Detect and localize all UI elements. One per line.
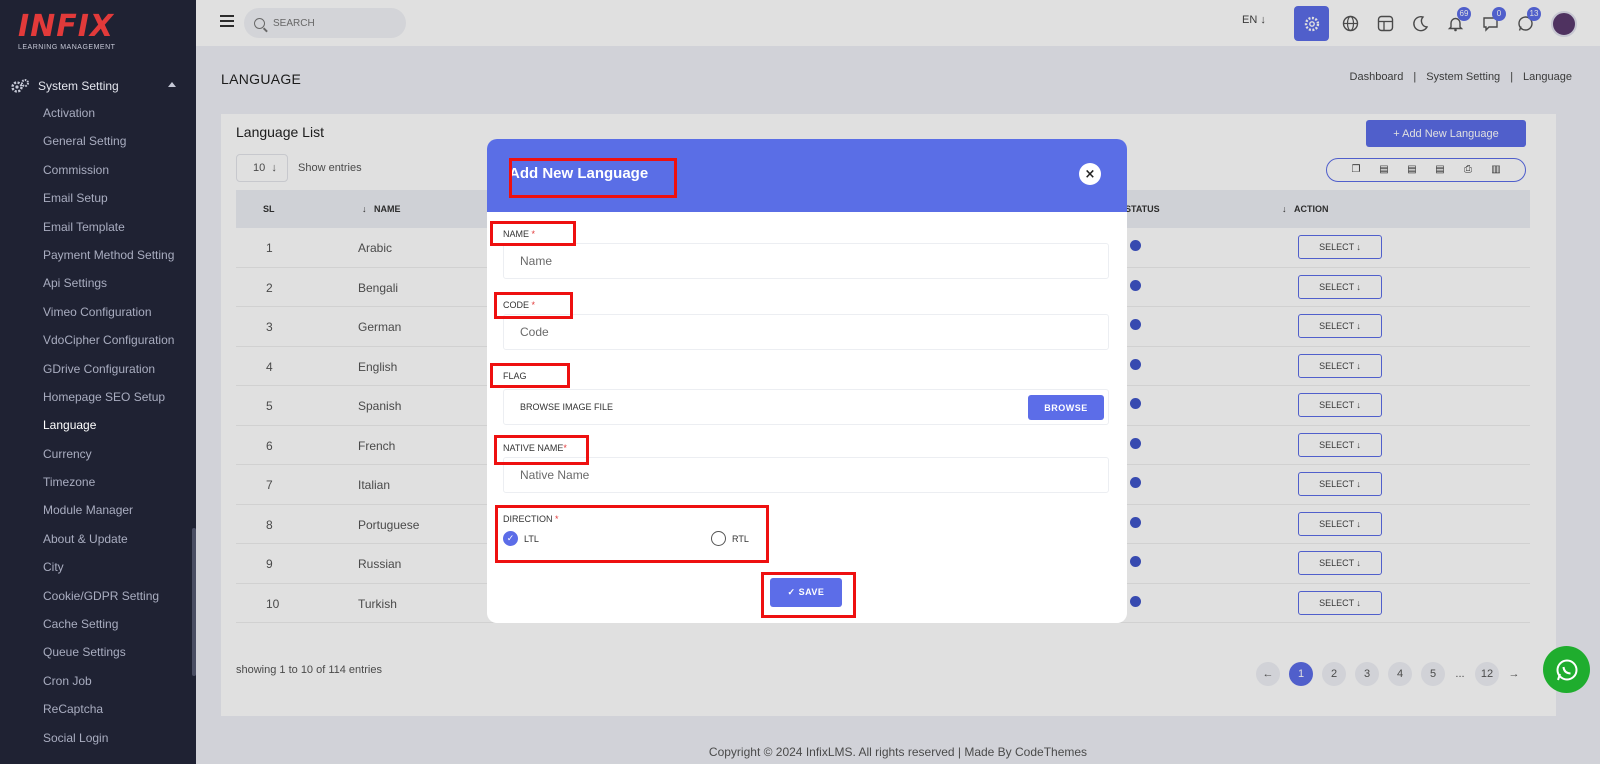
whatsapp-chat-button[interactable] xyxy=(1543,646,1590,693)
logo[interactable]: INFIX LEARNING MANAGEMENT xyxy=(18,9,116,52)
sidebar-item-language[interactable]: Language xyxy=(43,416,174,444)
sidebar-item-social-login[interactable]: Social Login xyxy=(43,729,174,757)
browse-button[interactable]: BROWSE xyxy=(1028,395,1104,420)
sidebar-item-vdocipher-configuration[interactable]: VdoCipher Configuration xyxy=(43,331,174,359)
highlight-box xyxy=(490,363,570,388)
sidebar-item-cookie-gdpr-setting[interactable]: Cookie/GDPR Setting xyxy=(43,587,174,615)
sidebar-item-about-update[interactable]: About & Update xyxy=(43,530,174,558)
sidebar-item-queue-settings[interactable]: Queue Settings xyxy=(43,643,174,671)
flag-file-text: BROWSE IMAGE FILE xyxy=(520,402,614,412)
caret-up-icon xyxy=(168,82,176,87)
sidebar-item-currency[interactable]: Currency xyxy=(43,445,174,473)
logo-text: INFIX xyxy=(18,9,115,44)
sidebar-item-timezone[interactable]: Timezone xyxy=(43,473,174,501)
flag-file-input[interactable]: BROWSE IMAGE FILE BROWSE xyxy=(503,389,1109,425)
sidebar-item-api-settings[interactable]: Api Settings xyxy=(43,274,174,302)
highlight-box xyxy=(494,435,589,465)
highlight-box xyxy=(509,158,677,198)
sidebar-item-general-setting[interactable]: General Setting xyxy=(43,132,174,160)
sidebar: INFIX LEARNING MANAGEMENT System Setting… xyxy=(0,0,196,764)
sidebar-menu: Activation General Setting Commission Em… xyxy=(43,104,174,757)
sidebar-item-gdrive-configuration[interactable]: GDrive Configuration xyxy=(43,360,174,388)
sidebar-item-module-manager[interactable]: Module Manager xyxy=(43,501,174,529)
sidebar-item-payment-method-setting[interactable]: Payment Method Setting xyxy=(43,246,174,274)
highlight-box xyxy=(490,221,576,246)
modal-backdrop-top xyxy=(196,0,1600,46)
sidebar-item-activation[interactable]: Activation xyxy=(43,104,174,132)
highlight-box xyxy=(761,572,856,618)
native-name-field[interactable] xyxy=(503,457,1109,493)
highlight-box xyxy=(494,292,573,319)
sidebar-item-cron-job[interactable]: Cron Job xyxy=(43,672,174,700)
sidebar-item-vimeo-configuration[interactable]: Vimeo Configuration xyxy=(43,303,174,331)
sidebar-item-cache-setting[interactable]: Cache Setting xyxy=(43,615,174,643)
gear-icon xyxy=(11,79,29,93)
sidebar-item-email-setup[interactable]: Email Setup xyxy=(43,189,174,217)
sidebar-item-homepage-seo-setup[interactable]: Homepage SEO Setup xyxy=(43,388,174,416)
sidebar-item-commission[interactable]: Commission xyxy=(43,161,174,189)
sidebar-item-city[interactable]: City xyxy=(43,558,174,586)
logo-tagline: LEARNING MANAGEMENT xyxy=(18,44,116,51)
sidebar-group-system-setting[interactable]: System Setting xyxy=(10,75,186,97)
close-button[interactable]: × xyxy=(1079,163,1101,185)
whatsapp-icon xyxy=(1556,659,1577,680)
sidebar-item-recaptcha[interactable]: ReCaptcha xyxy=(43,700,174,728)
highlight-box xyxy=(495,505,769,563)
sidebar-group-label: System Setting xyxy=(38,79,119,93)
name-field[interactable] xyxy=(503,243,1109,279)
close-icon: × xyxy=(1084,166,1096,182)
code-field[interactable] xyxy=(503,314,1109,350)
sidebar-item-email-template[interactable]: Email Template xyxy=(43,218,174,246)
